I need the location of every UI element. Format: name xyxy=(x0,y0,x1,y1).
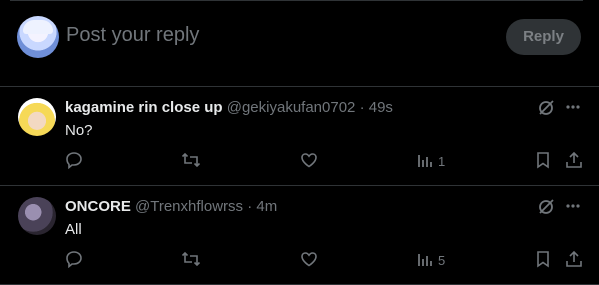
views-count: 1 xyxy=(438,154,446,169)
grok-icon[interactable] xyxy=(537,99,555,117)
views-icon[interactable] xyxy=(416,250,436,270)
bookmark-icon[interactable] xyxy=(535,151,555,171)
post-text: All xyxy=(65,221,82,238)
reply-button[interactable]: Reply xyxy=(506,19,581,55)
author-avatar[interactable] xyxy=(18,98,56,136)
reply-post[interactable]: ONCORE @Trenxhflowrss · 4m All 5 xyxy=(0,186,599,285)
bookmark-icon[interactable] xyxy=(535,250,555,270)
post-time[interactable]: 4m xyxy=(256,198,277,215)
like-icon[interactable] xyxy=(300,250,320,270)
reply-input[interactable]: Post your reply xyxy=(66,24,199,47)
separator: · xyxy=(359,99,365,116)
reply-icon[interactable] xyxy=(65,151,85,171)
author-avatar[interactable] xyxy=(18,197,56,235)
user-avatar[interactable] xyxy=(17,16,59,58)
share-icon[interactable] xyxy=(565,250,585,270)
post-text: No? xyxy=(65,122,93,139)
more-icon[interactable] xyxy=(565,98,581,116)
post-header: ONCORE @Trenxhflowrss · 4m xyxy=(65,198,277,215)
author-name[interactable]: kagamine rin close up xyxy=(65,99,223,116)
author-name[interactable]: ONCORE xyxy=(65,198,131,215)
author-handle[interactable]: @gekiyakufan0702 xyxy=(227,99,356,116)
reply-composer: Post your reply Reply xyxy=(0,0,599,87)
separator: · xyxy=(247,198,253,215)
views-icon[interactable] xyxy=(416,151,436,171)
reply-icon[interactable] xyxy=(65,250,85,270)
post-header: kagamine rin close up @gekiyakufan0702 ·… xyxy=(65,99,393,116)
more-icon[interactable] xyxy=(565,197,581,215)
views-count: 5 xyxy=(438,253,446,268)
share-icon[interactable] xyxy=(565,151,585,171)
post-actions: 1 xyxy=(0,151,599,173)
retweet-icon[interactable] xyxy=(181,151,201,171)
like-icon[interactable] xyxy=(300,151,320,171)
retweet-icon[interactable] xyxy=(181,250,201,270)
grok-icon[interactable] xyxy=(537,198,555,216)
reply-post[interactable]: kagamine rin close up @gekiyakufan0702 ·… xyxy=(0,87,599,186)
post-actions: 5 xyxy=(0,250,599,272)
author-handle[interactable]: @Trenxhflowrss xyxy=(135,198,243,215)
post-time[interactable]: 49s xyxy=(369,99,393,116)
